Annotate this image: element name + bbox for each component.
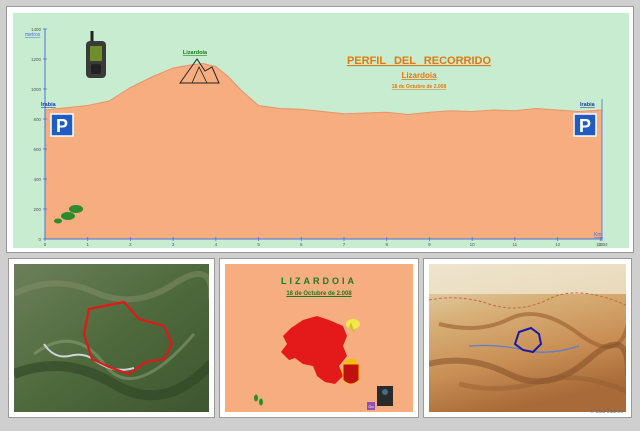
footprints-icon: [254, 394, 263, 406]
peak-label: Lizardoia: [183, 50, 208, 56]
go-badge-icon: Go: [367, 402, 375, 410]
x-tick-label: 10: [470, 242, 476, 247]
card-background: LIZARDOIA 18 de Octubre de 2.008 Go: [225, 264, 413, 412]
chart-title: PERFIL DEL RECORRIDO: [347, 55, 491, 67]
y-tick-label: 200: [33, 207, 41, 212]
elevation-profile-panel: 0 200 400 600 800 1000 1200 1400 0 1 2 3 4 5 6 7 8 9 10 11 1…: [6, 6, 634, 253]
watermark-text: © Club Juanes: [590, 409, 623, 415]
y-tick-label: 1200: [31, 57, 42, 62]
start-label: Irabia: [41, 102, 57, 108]
parking-sign-start-letter: P: [56, 116, 68, 136]
route-info-card: LIZARDOIA 18 de Octubre de 2.008 Go: [219, 258, 419, 418]
topographic-map-panel: © Club Juanes: [423, 258, 632, 418]
chart-date: 18 de Octubre de 2.008: [392, 84, 447, 90]
end-label: Irabia: [580, 102, 596, 108]
topographic-map-image: [429, 264, 626, 412]
satellite-image: [14, 264, 209, 412]
location-pin-icon: [346, 319, 360, 334]
y-tick-label: 400: [33, 177, 41, 182]
coat-of-arms-icon: [342, 359, 360, 385]
chart-subtitle: Lizardoia: [401, 71, 437, 80]
x-tick-label: 11: [513, 242, 518, 247]
x-tick-label: 12: [555, 242, 561, 247]
x-tick-label: 13.04: [596, 242, 608, 247]
parking-sign-end-letter: P: [579, 116, 591, 136]
y-tick-label: 600: [33, 147, 41, 152]
x-axis-label: Km.: [594, 232, 603, 238]
y-axis-label: metros: [25, 32, 41, 38]
go-badge-text: Go: [368, 404, 374, 409]
y-tick-label: 1000: [31, 87, 42, 92]
satellite-photo-panel: [8, 258, 215, 418]
y-tick-label: 800: [33, 117, 41, 122]
navarra-region-map: [281, 316, 347, 384]
elevation-profile-chart: 02004006008001000120014000 1 2 3 4 5 6 7 8 9 10 11 1…: [13, 13, 629, 248]
